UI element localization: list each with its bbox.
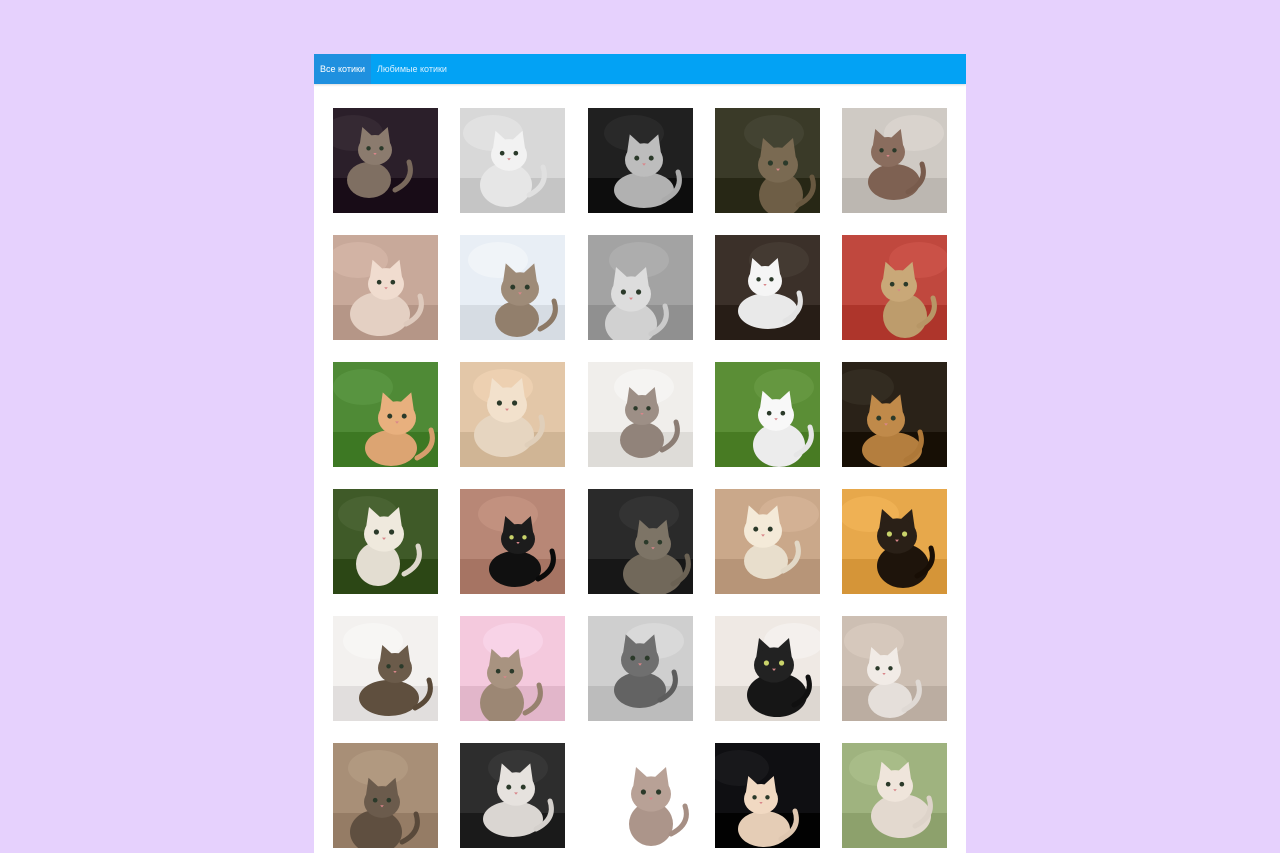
- cat-image: [842, 743, 947, 848]
- cat-image: [460, 362, 566, 467]
- cat-image: [587, 235, 693, 340]
- cat-image: [460, 108, 566, 213]
- cat-image: [714, 362, 820, 467]
- cat-photo-12[interactable]: [460, 362, 566, 467]
- cat-photo-3[interactable]: [587, 108, 693, 213]
- cat-photo-4[interactable]: [714, 108, 820, 213]
- cat-photo-10[interactable]: [842, 235, 947, 340]
- cat-photo-22[interactable]: [460, 616, 566, 721]
- cat-photo-5[interactable]: [842, 108, 947, 213]
- cat-image: [333, 108, 438, 213]
- cat-photo-28[interactable]: [587, 743, 693, 848]
- cat-image: [587, 743, 693, 848]
- cat-photo-7[interactable]: [460, 235, 566, 340]
- cat-grid: [333, 108, 947, 848]
- cat-image: [587, 489, 693, 594]
- cat-image: [714, 743, 820, 848]
- cat-image: [714, 616, 820, 721]
- cat-image: [714, 235, 820, 340]
- cat-photo-2[interactable]: [460, 108, 566, 213]
- cat-photo-30[interactable]: [842, 743, 947, 848]
- cat-image: [460, 489, 566, 594]
- tab-favorite-cats[interactable]: Любимые котики: [371, 54, 453, 84]
- cat-photo-14[interactable]: [714, 362, 820, 467]
- cat-photo-27[interactable]: [460, 743, 566, 848]
- cat-image: [460, 743, 566, 848]
- cat-photo-26[interactable]: [333, 743, 438, 848]
- cat-image: [333, 743, 438, 848]
- cat-image: [333, 235, 438, 340]
- cat-photo-17[interactable]: [460, 489, 566, 594]
- cat-photo-25[interactable]: [842, 616, 947, 721]
- cat-image: [714, 108, 820, 213]
- cat-photo-11[interactable]: [333, 362, 438, 467]
- cat-image: [460, 616, 566, 721]
- cat-image: [333, 362, 438, 467]
- cat-photo-18[interactable]: [587, 489, 693, 594]
- cat-image: [587, 362, 693, 467]
- cat-image: [333, 616, 438, 721]
- cat-image: [842, 235, 947, 340]
- cat-photo-21[interactable]: [333, 616, 438, 721]
- cat-image: [842, 362, 947, 467]
- cat-photo-19[interactable]: [714, 489, 820, 594]
- cat-photo-9[interactable]: [714, 235, 820, 340]
- cat-photo-24[interactable]: [714, 616, 820, 721]
- app-window: Все котики Любимые котики: [314, 54, 966, 853]
- cat-image: [460, 235, 566, 340]
- tab-bar: Все котики Любимые котики: [314, 54, 966, 84]
- cat-photo-20[interactable]: [842, 489, 947, 594]
- cat-image: [333, 489, 438, 594]
- cat-image: [842, 489, 947, 594]
- cat-image: [714, 489, 820, 594]
- cat-image: [842, 108, 947, 213]
- cat-image: [842, 616, 947, 721]
- cat-photo-1[interactable]: [333, 108, 438, 213]
- cat-image: [587, 616, 693, 721]
- cat-photo-23[interactable]: [587, 616, 693, 721]
- tab-all-cats[interactable]: Все котики: [314, 54, 371, 84]
- cat-photo-16[interactable]: [333, 489, 438, 594]
- cat-photo-6[interactable]: [333, 235, 438, 340]
- cat-photo-15[interactable]: [842, 362, 947, 467]
- cat-image: [587, 108, 693, 213]
- cat-photo-8[interactable]: [587, 235, 693, 340]
- cat-photo-29[interactable]: [714, 743, 820, 848]
- cat-photo-13[interactable]: [587, 362, 693, 467]
